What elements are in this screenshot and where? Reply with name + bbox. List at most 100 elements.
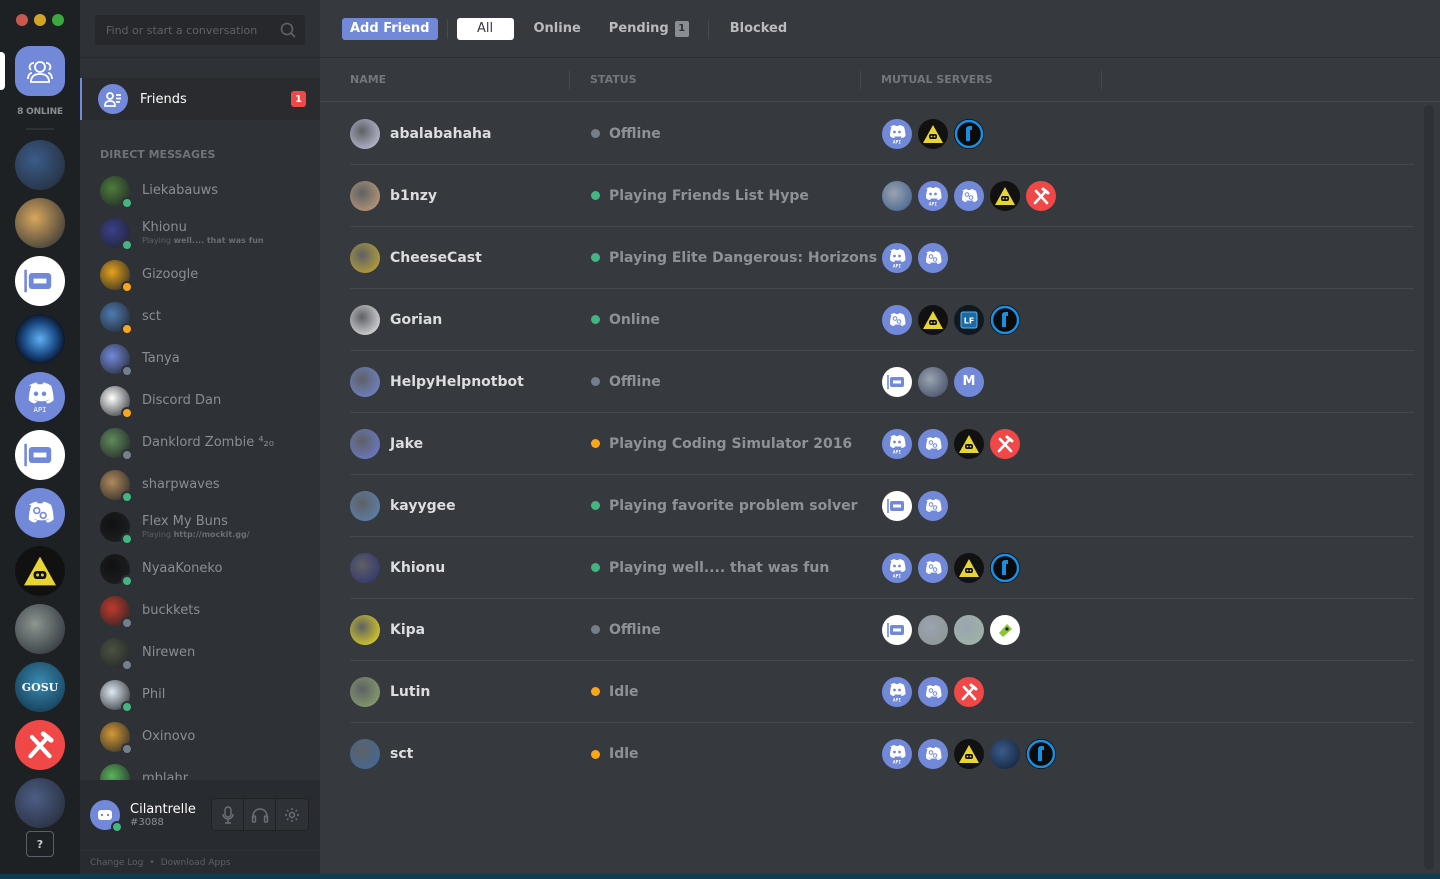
mutual-server-hammer[interactable]	[1026, 180, 1056, 211]
friend-row[interactable]: kayygee Playing favorite problem solver	[350, 475, 1414, 537]
dm-list-item[interactable]: Discord Dan	[80, 380, 320, 422]
mutual-server-wrench[interactable]	[990, 552, 1020, 583]
window-maximize-button[interactable]	[52, 14, 64, 26]
column-header-status[interactable]: STATUS	[570, 69, 861, 90]
dm-list-item[interactable]: Phil	[80, 674, 320, 716]
dm-list-item[interactable]: mblahr	[80, 758, 320, 780]
dm-list-item[interactable]: Oxinovo	[80, 716, 320, 758]
friend-row[interactable]: sct Idle API	[350, 723, 1414, 785]
sidebar-item-friends[interactable]: Friends 1	[80, 78, 320, 120]
mutual-server-map[interactable]	[954, 614, 984, 645]
help-button[interactable]: ?	[26, 831, 54, 857]
mutual-server-m-letter[interactable]: M	[954, 366, 984, 397]
mutual-server-gears[interactable]	[918, 428, 948, 459]
self-avatar[interactable]	[90, 800, 123, 833]
friend-row[interactable]: abalabahaha Offline API	[350, 103, 1414, 165]
mutual-server-gears[interactable]	[918, 552, 948, 583]
scrollbar[interactable]	[1424, 105, 1434, 870]
window-close-button[interactable]	[16, 14, 28, 26]
mutual-server-wrench[interactable]	[1026, 739, 1056, 769]
mutual-server-knight[interactable]	[882, 614, 912, 645]
mutual-server-api[interactable]: API	[918, 180, 948, 211]
mutual-server-illuminati[interactable]	[954, 739, 984, 769]
friend-row[interactable]: Jake Playing Coding Simulator 2016 API	[350, 413, 1414, 475]
dm-list-item[interactable]: Nirewen	[80, 632, 320, 674]
server-discord-warrior-server[interactable]	[15, 430, 65, 480]
user-settings-button[interactable]	[276, 799, 308, 830]
add-friend-button[interactable]: Add Friend	[342, 17, 438, 40]
friend-row[interactable]: Lutin Idle API	[350, 661, 1414, 723]
dm-list-item[interactable]: sct	[80, 296, 320, 338]
mutual-server-hammer[interactable]	[954, 676, 984, 707]
tab-online[interactable]: Online	[524, 18, 591, 40]
search-bar[interactable]	[95, 15, 305, 45]
mutual-server-gears[interactable]	[918, 242, 948, 273]
server-rainbow-server[interactable]	[15, 198, 65, 248]
dm-list-item[interactable]: Danklord Zombie ⁴₂₀	[80, 422, 320, 464]
mutual-server-dragon[interactable]	[918, 366, 948, 397]
mutual-server-illuminati[interactable]	[918, 118, 948, 149]
friends-home-button[interactable]	[15, 46, 65, 96]
mutual-server-illuminati[interactable]	[954, 552, 984, 583]
mutual-server-gears[interactable]	[918, 676, 948, 707]
mutual-server-api[interactable]: API	[882, 552, 912, 583]
dm-list-item[interactable]: buckkets	[80, 590, 320, 632]
dm-list-item[interactable]: Flex My Buns Playing http://mockit.gg/	[80, 506, 320, 548]
mutual-server-hydra[interactable]	[882, 180, 912, 211]
mutual-server-api[interactable]: API	[882, 428, 912, 459]
mutual-server-wrench[interactable]	[990, 304, 1020, 335]
mutual-server-splatoon[interactable]	[918, 614, 948, 645]
dm-list-item[interactable]: Liekabauws	[80, 170, 320, 212]
server-heroes-server[interactable]	[15, 314, 65, 364]
friend-row[interactable]: Kipa Offline	[350, 599, 1414, 661]
tab-pending[interactable]: Pending 1	[599, 18, 699, 40]
mutual-server-squid[interactable]	[990, 614, 1020, 645]
mutual-server-hammer[interactable]	[990, 428, 1020, 459]
server-illuminati-server[interactable]	[15, 546, 65, 596]
mutual-server-lf-chip[interactable]: LF	[954, 304, 984, 335]
mutual-server-warrior[interactable]	[882, 490, 912, 521]
server-discord-api-server[interactable]: API	[15, 372, 65, 422]
window-minimize-button[interactable]	[34, 14, 46, 26]
server-splatoon-server[interactable]	[15, 604, 65, 654]
mutual-server-api[interactable]: API	[882, 118, 912, 149]
mutual-server-api[interactable]: API	[882, 676, 912, 707]
tab-blocked[interactable]: Blocked	[720, 18, 797, 40]
friend-row[interactable]: Gorian Online LF	[350, 289, 1414, 351]
server-dragon-server[interactable]	[15, 778, 65, 828]
download-apps-link[interactable]: Download Apps	[161, 858, 231, 868]
server-discord-gears-server[interactable]	[15, 488, 65, 538]
server-discord-knight-server[interactable]	[15, 256, 65, 306]
mutual-server-screenshot[interactable]	[990, 739, 1020, 769]
server-hammer-server[interactable]	[15, 720, 65, 770]
tab-all[interactable]: All	[456, 17, 514, 40]
friend-row[interactable]: b1nzy Playing Friends List Hype API	[350, 165, 1414, 227]
server-gosu-server[interactable]: GOSU	[15, 662, 65, 712]
mutual-server-api[interactable]: API	[882, 242, 912, 273]
friend-row[interactable]: Khionu Playing well.... that was fun API	[350, 537, 1414, 599]
mutual-server-illuminati[interactable]	[918, 304, 948, 335]
mutual-server-gears[interactable]	[882, 304, 912, 335]
deafen-button[interactable]	[244, 799, 276, 830]
friend-row[interactable]: HelpyHelpnotbot Offline M	[350, 351, 1414, 413]
mute-button[interactable]	[212, 799, 244, 830]
dm-list-item[interactable]: sharpwaves	[80, 464, 320, 506]
mutual-server-wrench[interactable]	[954, 118, 984, 149]
dm-list-item[interactable]: Tanya	[80, 338, 320, 380]
column-header-mutual-servers[interactable]: MUTUAL SERVERS	[861, 69, 1102, 90]
mutual-server-illuminati[interactable]	[954, 428, 984, 459]
mutual-server-illuminati[interactable]	[990, 180, 1020, 211]
mutual-server-gears[interactable]	[918, 739, 948, 769]
friend-row[interactable]: CheeseCast Playing Elite Dangerous: Hori…	[350, 227, 1414, 289]
dm-list-item[interactable]: Khionu Playing well.... that was fun	[80, 212, 320, 254]
column-header-name[interactable]: NAME	[350, 69, 570, 90]
mutual-server-knight[interactable]	[882, 366, 912, 397]
dm-list-item[interactable]: Gizoogle	[80, 254, 320, 296]
dm-list-item[interactable]: NyaaKoneko	[80, 548, 320, 590]
mutual-server-api[interactable]: API	[882, 739, 912, 769]
mutual-server-gears[interactable]	[954, 180, 984, 211]
server-hydra-server[interactable]	[15, 140, 65, 190]
search-input[interactable]	[96, 16, 276, 44]
mutual-server-gears[interactable]	[918, 490, 948, 521]
change-log-link[interactable]: Change Log	[90, 858, 143, 868]
